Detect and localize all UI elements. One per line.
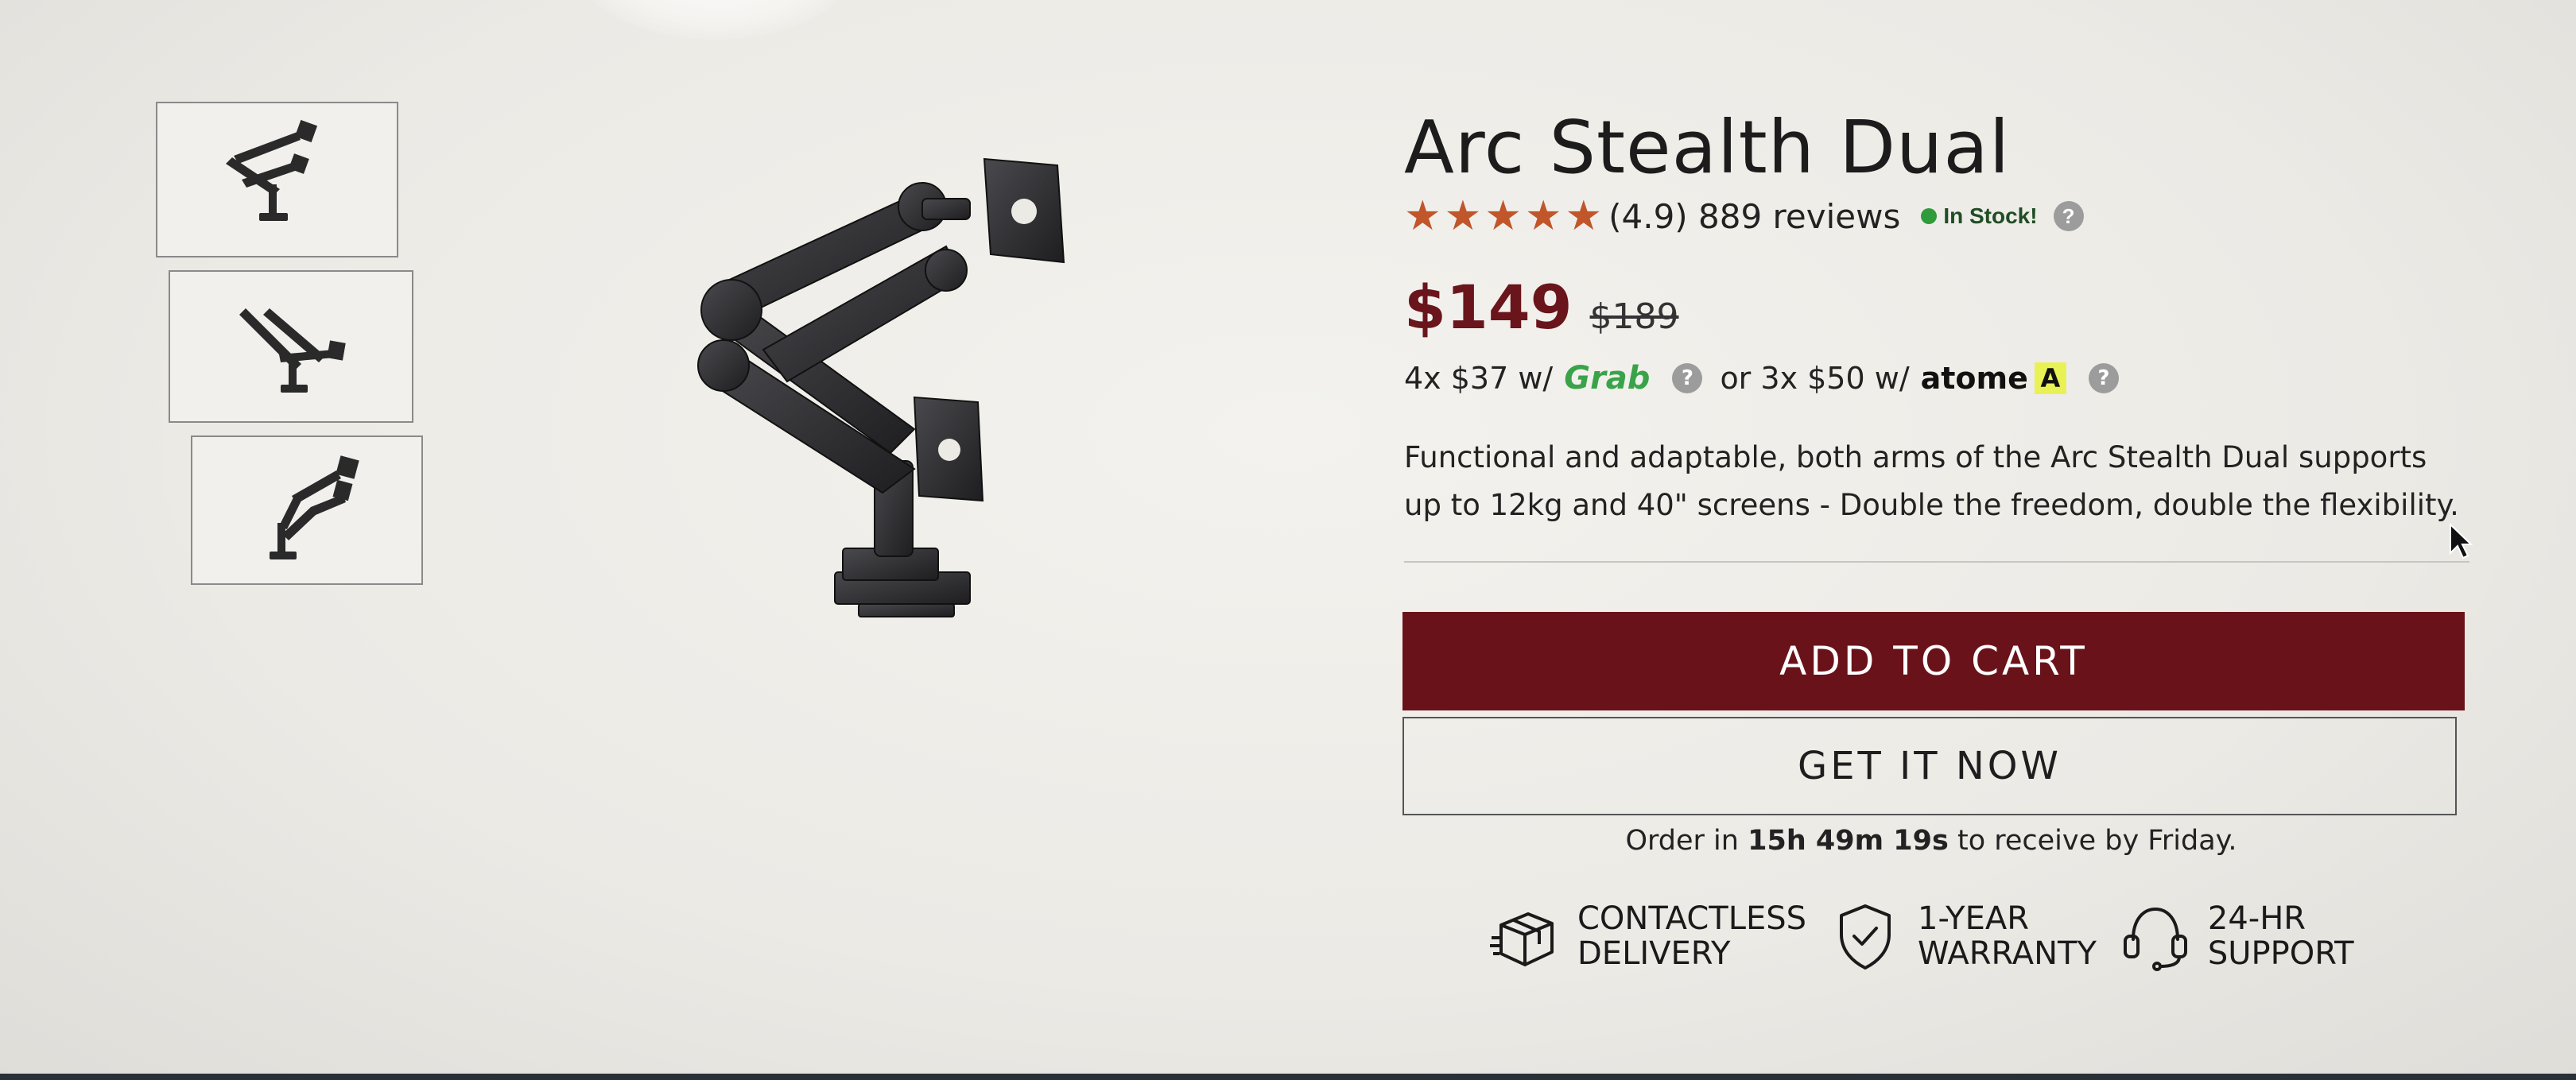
original-price: $189 — [1589, 296, 1679, 337]
star-rating[interactable]: ★ ★ ★ ★ ★ — [1404, 195, 1602, 237]
monitor-arm-thumb-icon — [270, 455, 359, 559]
star-icon: ★ — [1565, 193, 1603, 239]
star-icon: ★ — [1444, 193, 1482, 239]
get-it-now-button[interactable]: GET IT NOW — [1402, 717, 2457, 815]
atome-badge-icon: A — [2034, 362, 2066, 394]
feature-line2: SUPPORT — [2207, 935, 2354, 972]
feature-contactless-delivery: CONTACTLESS DELIVERY — [1487, 898, 1806, 974]
divider — [1404, 561, 2469, 563]
current-price: $149 — [1404, 272, 1573, 343]
delivery-countdown: Order in 15h 49m 19s to receive by Frida… — [1404, 825, 2458, 857]
price-row: $149 $189 — [1404, 272, 1679, 343]
feature-warranty: 1-YEAR WARRANTY — [1827, 898, 2097, 974]
order-countdown: 15h 49m 19s — [1748, 825, 1949, 857]
atome-help-icon[interactable]: ? — [2088, 363, 2119, 393]
thumbnail-2[interactable] — [169, 270, 413, 423]
star-icon: ★ — [1404, 193, 1441, 239]
stock-help-icon[interactable]: ? — [2053, 201, 2084, 231]
rating-row: ★ ★ ★ ★ ★ (4.9) 889 reviews In Stock! ? — [1404, 194, 2084, 238]
feature-line2: DELIVERY — [1577, 935, 1731, 972]
monitor-arm-thumb-icon — [225, 119, 317, 221]
order-prefix: Order in — [1625, 825, 1739, 857]
grab-installment-text: 4x $37 w/ — [1404, 361, 1554, 396]
stock-label: In Stock! — [1943, 203, 2038, 228]
shield-check-icon — [1840, 904, 1891, 970]
stock-status: In Stock! — [1921, 203, 2038, 229]
order-suffix: to receive by Friday. — [1957, 825, 2237, 857]
feature-line1: CONTACTLESS — [1577, 900, 1807, 937]
add-to-cart-button[interactable]: ADD TO CART — [1402, 612, 2465, 710]
in-stock-dot-icon — [1921, 208, 1938, 224]
monitor-arm-thumb-icon — [239, 308, 346, 393]
feature-line2: WARRANTY — [1918, 935, 2097, 972]
screen-bezel — [0, 1074, 2576, 1080]
star-icon: ★ — [1484, 193, 1522, 239]
atome-installment-text: or 3x $50 w/ — [1720, 361, 1910, 396]
feature-support: 24-HR SUPPORT — [2117, 898, 2354, 974]
product-title: Arc Stealth Dual — [1404, 105, 2011, 190]
reviews-link[interactable]: (4.9) 889 reviews — [1608, 197, 1900, 236]
star-icon: ★ — [1524, 193, 1562, 239]
screen-glare — [572, 0, 859, 40]
atome-logo: atome — [1920, 361, 2028, 396]
product-hero-image — [697, 157, 1065, 617]
feature-line1: 24-HR — [2207, 900, 2306, 937]
installment-options: 4x $37 w/ Grab ? or 3x $50 w/ atome A ? — [1404, 356, 2136, 401]
mouse-cursor-icon — [2450, 523, 2473, 559]
thumbnail-3[interactable] — [191, 435, 423, 585]
grab-logo: Grab — [1564, 360, 1651, 397]
product-description: Functional and adaptable, both arms of t… — [1404, 440, 2459, 522]
grab-help-icon[interactable]: ? — [1672, 363, 1703, 393]
headset-icon — [2123, 907, 2187, 971]
feature-line1: 1-YEAR — [1918, 900, 2030, 937]
feature-badges: CONTACTLESS DELIVERY 1-YEAR WARRANTY 24-… — [1487, 898, 2375, 974]
box-icon — [1490, 912, 1554, 966]
thumbnail-1[interactable] — [156, 102, 398, 257]
